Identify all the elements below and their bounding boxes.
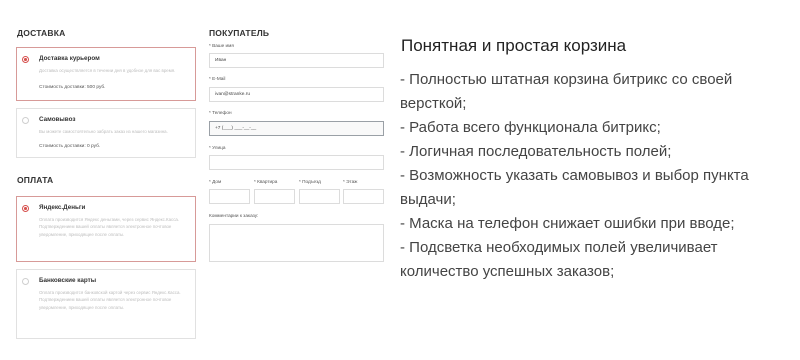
floor-label: * Этаж xyxy=(343,179,358,184)
feature-item: - Полностью штатная корзина битрикс со с… xyxy=(400,71,733,112)
comment-label: Комментарии к заказу: xyxy=(209,213,259,218)
apartment-input[interactable] xyxy=(254,189,295,204)
radio-selected-icon[interactable] xyxy=(22,205,29,212)
payment-option-title: Яндекс.Деньги xyxy=(39,204,86,211)
name-input[interactable]: Иван xyxy=(209,53,384,68)
radio-selected-icon[interactable] xyxy=(22,56,29,63)
feature-item: - Возможность указать самовывоз и выбор … xyxy=(400,167,749,208)
name-label: * Ваше имя xyxy=(209,43,234,48)
delivery-option-description: Вы можете самостоятельно забрать заказ и… xyxy=(39,129,168,134)
delivery-option-courier[interactable]: Доставка курьером Доставка осуществляетс… xyxy=(16,47,196,101)
email-label: * E-Mail xyxy=(209,76,226,81)
checkout-screenshot: ДОСТАВКА Доставка курьером Доставка осущ… xyxy=(0,0,392,350)
feature-list: - Полностью штатная корзина битрикс со с… xyxy=(400,68,780,284)
email-input[interactable]: ivan@stranke.ru xyxy=(209,87,384,102)
feature-item: - Маска на телефон снижает ошибки при вв… xyxy=(400,215,735,232)
entrance-input[interactable] xyxy=(299,189,340,204)
house-input[interactable] xyxy=(209,189,250,204)
radio-empty-icon[interactable] xyxy=(22,278,29,285)
delivery-option-pickup[interactable]: Самовывоз Вы можете самостоятельно забра… xyxy=(16,108,196,158)
payment-option-description: Оплата производится Яндекс деньгами, чер… xyxy=(39,217,180,237)
house-label: * Дом xyxy=(209,179,222,184)
delivery-option-title: Доставка курьером xyxy=(39,55,100,62)
feature-item: - Логичная последовательность полей; xyxy=(400,143,672,160)
phone-input[interactable]: +7 (___) ___-__-__ xyxy=(209,121,384,136)
apartment-label: * Квартира xyxy=(254,179,278,184)
floor-input[interactable] xyxy=(343,189,384,204)
delivery-option-description: Доставка осуществляется в течении дня в … xyxy=(39,68,176,73)
delivery-option-title: Самовывоз xyxy=(39,116,76,123)
delivery-section-title: ДОСТАВКА xyxy=(17,28,66,38)
phone-label: * Телефон xyxy=(209,110,232,115)
buyer-section-title: ПОКУПАТЕЛЬ xyxy=(209,28,270,38)
comment-textarea[interactable] xyxy=(209,224,384,262)
street-input[interactable] xyxy=(209,155,384,170)
street-label: * Улица xyxy=(209,145,226,150)
payment-option-description: Оплата производится банковской картой че… xyxy=(39,290,181,310)
payment-section-title: ОПЛАТА xyxy=(17,175,54,185)
feature-title: Понятная и простая корзина xyxy=(401,36,627,55)
delivery-option-cost: Стоимость доставки: 500 руб. xyxy=(39,85,106,90)
feature-item: - Работа всего функционала битрикс; xyxy=(400,119,661,136)
radio-empty-icon[interactable] xyxy=(22,117,29,124)
payment-option-title: Банковские карты xyxy=(39,277,97,284)
delivery-option-cost: Стоимость доставки: 0 руб. xyxy=(39,144,101,149)
payment-option-card[interactable]: Банковские карты Оплата производится бан… xyxy=(16,269,196,339)
payment-option-yandex[interactable]: Яндекс.Деньги Оплата производится Яндекс… xyxy=(16,196,196,262)
feature-item: - Подсветка необходимых полей увеличивае… xyxy=(400,239,718,280)
entrance-label: * Подъезд xyxy=(299,179,321,184)
